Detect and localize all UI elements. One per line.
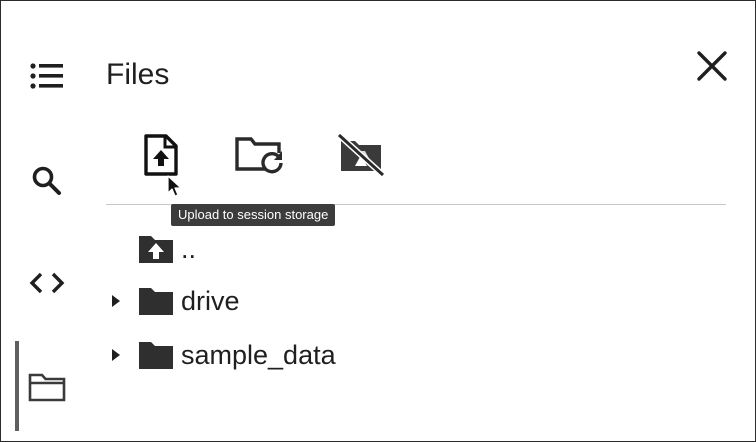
refresh-folder-icon: [233, 135, 285, 180]
upload-tooltip: Upload to session storage: [171, 204, 336, 226]
files-button[interactable]: [17, 359, 77, 415]
expand-caret-icon[interactable]: [101, 279, 131, 323]
folder-icon: [28, 372, 66, 402]
close-icon: [695, 49, 729, 88]
search-icon: [31, 165, 63, 197]
files-panel: Files .. drive sample_data Upload to ses…: [0, 0, 756, 442]
file-tree-item-label: drive: [181, 286, 240, 316]
code-snippets-button[interactable]: [17, 255, 77, 311]
file-tree-item-label: sample_data: [181, 340, 336, 370]
folder-icon: [131, 333, 181, 377]
file-tree-item-sample-data[interactable]: sample_data: [101, 333, 336, 377]
mouse-pointer-icon: [167, 175, 183, 204]
left-rail: [1, 1, 91, 441]
search-button[interactable]: [17, 153, 77, 209]
parent-directory-row[interactable]: ..: [101, 227, 196, 271]
parent-folder-icon: [131, 227, 181, 271]
parent-directory-label: ..: [181, 234, 197, 264]
mount-drive-off-icon: [335, 132, 387, 182]
table-of-contents-button[interactable]: [17, 48, 77, 104]
file-tree-item-drive[interactable]: drive: [101, 279, 240, 323]
panel-title: Files: [106, 58, 170, 91]
code-snippets-icon: [29, 271, 65, 295]
refresh-button[interactable]: [229, 127, 289, 187]
expand-caret-icon[interactable]: [101, 333, 131, 377]
mount-drive-button[interactable]: [331, 127, 391, 187]
folder-icon: [131, 279, 181, 323]
table-of-contents-icon: [29, 61, 65, 91]
close-button[interactable]: [689, 45, 735, 91]
